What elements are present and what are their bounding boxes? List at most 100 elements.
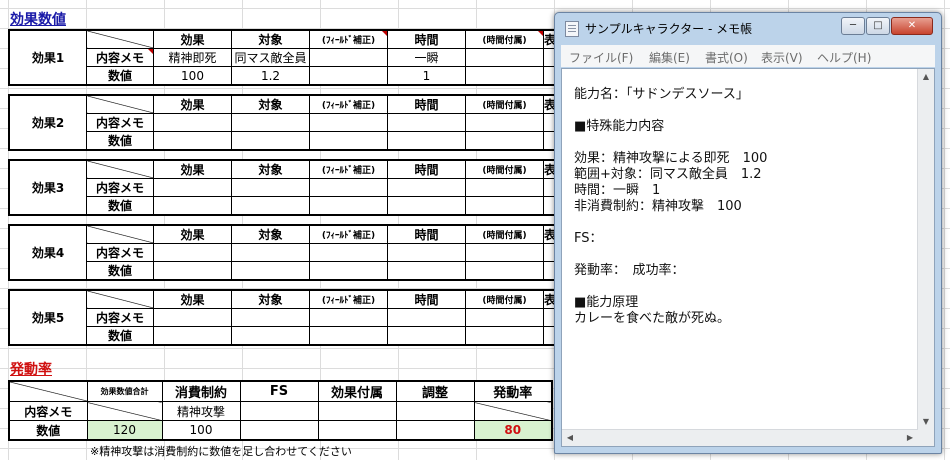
value-cell[interactable] — [465, 131, 544, 151]
memo-cell[interactable] — [153, 243, 232, 262]
header-field[interactable]: (ﾌｨｰﾙﾄﾞ補正) — [309, 224, 388, 244]
memo-cell[interactable] — [465, 243, 544, 262]
memo-label[interactable]: 内容メモ — [86, 113, 154, 132]
header-time[interactable]: 時間 — [387, 289, 466, 309]
value-cell[interactable]: 1 — [387, 66, 466, 86]
memo-cell[interactable] — [153, 113, 232, 132]
memo-cell[interactable] — [231, 243, 310, 262]
notepad-titlebar[interactable]: サンプルキャラクター - メモ帳 ─ □ ✕ — [555, 13, 941, 43]
rate-memo-total[interactable] — [86, 401, 163, 421]
memo-label[interactable]: 内容メモ — [86, 178, 154, 197]
notepad-line[interactable]: カレーを食べた敵が死ぬ。 — [574, 311, 767, 327]
rate-diagonal-cell[interactable] — [8, 380, 88, 402]
notepad-text-area[interactable]: 能力名：「サドンデスソース」 ■特殊能力内容 効果：精神攻撃による即死 100 範囲+… — [561, 68, 935, 447]
scroll-up-icon[interactable]: ▲ — [918, 69, 934, 85]
effect-diagonal-cell[interactable] — [86, 224, 154, 244]
notepad-line[interactable] — [574, 247, 767, 263]
value-cell[interactable] — [231, 196, 310, 216]
notepad-line[interactable]: ■特殊能力内容 — [574, 119, 767, 135]
memo-cell[interactable]: 同マス敵全員 — [231, 48, 310, 67]
value-cell[interactable]: 1.2 — [231, 66, 310, 86]
header-field[interactable]: (ﾌｨｰﾙﾄﾞ補正) — [309, 159, 388, 179]
memo-cell[interactable] — [153, 178, 232, 197]
header-effect[interactable]: 効果 — [153, 29, 232, 49]
effect-diagonal-cell[interactable] — [86, 94, 154, 114]
value-label[interactable]: 数値 — [86, 326, 154, 346]
effect-name[interactable]: 効果2 — [8, 94, 87, 151]
vertical-scrollbar[interactable]: ▲ ▼ — [917, 69, 934, 430]
header-time[interactable]: 時間 — [387, 224, 466, 244]
rate-value-attachment[interactable] — [317, 420, 397, 441]
menu-file[interactable]: ファイル(F) — [569, 49, 633, 66]
header-time-attr[interactable]: (時間付属) — [465, 289, 544, 309]
memo-cell[interactable] — [387, 308, 466, 327]
rate-value-adjust[interactable] — [395, 420, 475, 441]
memo-cell[interactable] — [309, 48, 388, 67]
menu-view[interactable]: 表示(V) — [761, 49, 803, 66]
scroll-right-icon[interactable]: ▶ — [902, 430, 918, 446]
minimize-button[interactable]: ─ — [841, 17, 865, 35]
notepad-line[interactable] — [574, 135, 767, 151]
header-target[interactable]: 対象 — [231, 29, 310, 49]
value-cell[interactable] — [231, 131, 310, 151]
memo-cell[interactable] — [465, 308, 544, 327]
header-field[interactable]: (ﾌｨｰﾙﾄﾞ補正) — [309, 29, 388, 49]
header-target[interactable]: 対象 — [231, 159, 310, 179]
rate-memo-fs[interactable] — [239, 401, 319, 421]
value-cell[interactable] — [153, 131, 232, 151]
value-cell[interactable] — [465, 261, 544, 281]
memo-label[interactable]: 内容メモ — [86, 243, 154, 262]
header-time[interactable]: 時間 — [387, 159, 466, 179]
value-cell[interactable] — [465, 196, 544, 216]
notepad-line[interactable]: 能力名：「サドンデスソース」 — [574, 87, 767, 103]
header-effect[interactable]: 効果 — [153, 224, 232, 244]
value-cell[interactable] — [309, 261, 388, 281]
header-target[interactable]: 対象 — [231, 224, 310, 244]
rate-value-consumption[interactable]: 100 — [161, 420, 241, 441]
header-time-attr[interactable]: (時間付属) — [465, 224, 544, 244]
value-cell[interactable] — [465, 326, 544, 346]
rate-value-label[interactable]: 数値 — [8, 420, 88, 441]
effect-name[interactable]: 効果5 — [8, 289, 87, 346]
effect-diagonal-cell[interactable] — [86, 159, 154, 179]
memo-cell[interactable]: 精神即死 — [153, 48, 232, 67]
rate-memo-attachment[interactable] — [317, 401, 397, 421]
value-cell[interactable] — [231, 326, 310, 346]
memo-cell[interactable]: 一瞬 — [387, 48, 466, 67]
header-target[interactable]: 対象 — [231, 289, 310, 309]
memo-label[interactable]: 内容メモ — [86, 48, 154, 67]
header-field[interactable]: (ﾌｨｰﾙﾄﾞ補正) — [309, 94, 388, 114]
memo-label[interactable]: 内容メモ — [86, 308, 154, 327]
rate-header-adjust[interactable]: 調整 — [395, 380, 475, 402]
memo-cell[interactable] — [309, 308, 388, 327]
notepad-line[interactable]: 時間：一瞬 1 — [574, 183, 767, 199]
value-cell[interactable]: 100 — [153, 66, 232, 86]
value-cell[interactable] — [231, 261, 310, 281]
value-cell[interactable] — [465, 66, 544, 86]
rate-memo-adjust[interactable] — [395, 401, 475, 421]
rate-header-fs[interactable]: FS — [239, 380, 319, 402]
scroll-left-icon[interactable]: ◀ — [562, 430, 578, 446]
header-time[interactable]: 時間 — [387, 29, 466, 49]
header-effect[interactable]: 効果 — [153, 289, 232, 309]
header-target[interactable]: 対象 — [231, 94, 310, 114]
notepad-line[interactable] — [574, 103, 767, 119]
value-cell[interactable] — [387, 326, 466, 346]
memo-cell[interactable] — [387, 243, 466, 262]
memo-cell[interactable] — [309, 178, 388, 197]
notepad-line[interactable]: FS： — [574, 231, 767, 247]
notepad-line[interactable]: 非消費制約：精神攻撃 100 — [574, 199, 767, 215]
notepad-content[interactable]: 能力名：「サドンデスソース」 ■特殊能力内容 効果：精神攻撃による即死 100 範囲+… — [574, 87, 767, 327]
memo-cell[interactable] — [465, 178, 544, 197]
close-button[interactable]: ✕ — [891, 17, 933, 35]
header-time[interactable]: 時間 — [387, 94, 466, 114]
rate-header-attachment[interactable]: 効果付属 — [317, 380, 397, 402]
scroll-down-icon[interactable]: ▼ — [918, 414, 934, 430]
memo-cell[interactable] — [153, 308, 232, 327]
value-label[interactable]: 数値 — [86, 261, 154, 281]
value-cell[interactable] — [387, 131, 466, 151]
value-cell[interactable] — [309, 131, 388, 151]
memo-cell[interactable] — [387, 178, 466, 197]
rate-value-total[interactable]: 120 — [86, 420, 163, 441]
rate-value-rate[interactable]: 80 — [473, 420, 553, 441]
